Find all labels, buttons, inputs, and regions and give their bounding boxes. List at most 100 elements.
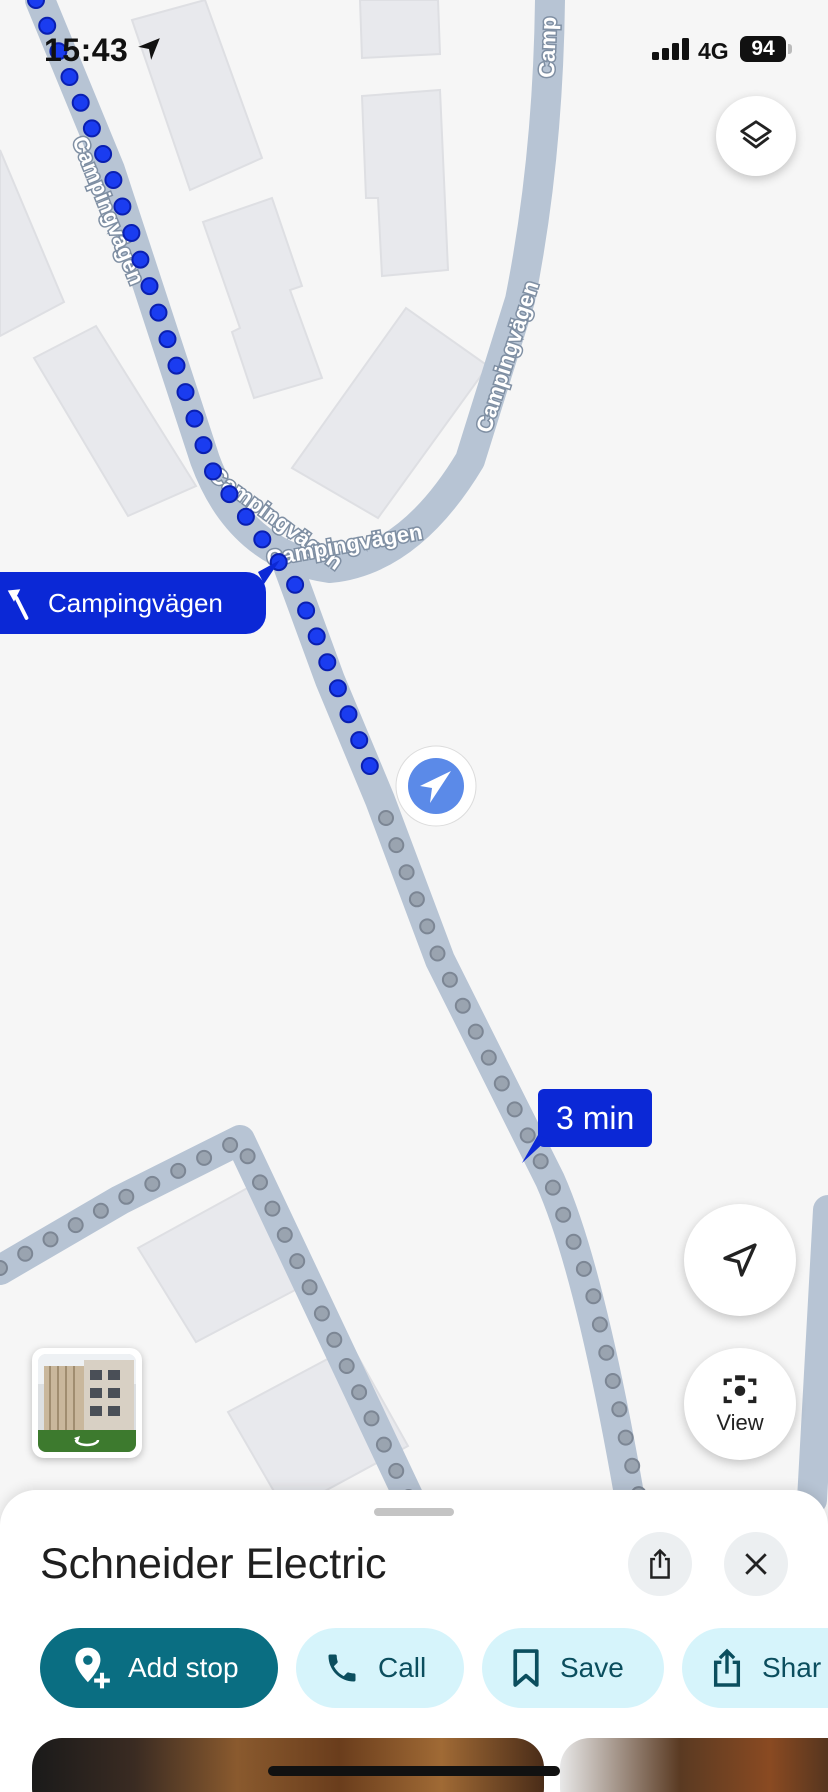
route-dot [585,1288,602,1305]
layers-icon [740,120,772,149]
route-dot [286,575,305,594]
place-photos [0,1738,828,1792]
route-dot [144,1175,161,1192]
street-view-thumbnail[interactable] [32,1348,142,1458]
route-dot [118,1188,135,1205]
route-dot [617,1429,634,1446]
turn-left-icon [7,589,29,620]
place-photo[interactable] [560,1738,828,1792]
route-dot [408,891,425,908]
route-dot [467,1023,484,1040]
route-dot [454,997,471,1014]
network-type: 4G [698,38,729,64]
share-icon [650,1548,670,1579]
share-chip-button[interactable]: Shar [682,1628,828,1708]
battery-cap [788,44,792,54]
view-label: View [716,1410,764,1435]
route-dot [0,1260,8,1276]
route-dot [480,1049,497,1066]
route-dot [624,1457,641,1474]
route-dot [378,810,394,826]
route-dot [170,1162,187,1179]
status-bar: 15:43 4G 94 [0,28,828,72]
route-dot [167,356,186,375]
route-dot [176,383,195,402]
route-dot [196,1149,213,1166]
navigation-arrow-icon [723,1243,757,1277]
share-label: Shar [762,1652,822,1683]
route-dot [351,1384,368,1401]
route-dot [338,1358,355,1374]
route-dot [122,224,141,242]
signal-icon [652,38,689,60]
route-dot [313,1305,330,1322]
place-photo[interactable] [32,1738,544,1792]
route-dot [27,0,45,9]
route-dot [204,462,222,481]
route-dot [264,1200,281,1217]
route-dot [276,1226,293,1243]
save-label: Save [560,1652,624,1683]
route-dot [565,1233,582,1250]
location-arrow-icon [138,38,160,60]
route-dot [339,705,358,724]
route-dot [506,1101,523,1118]
call-label: Call [378,1652,427,1683]
route-dot [236,507,255,526]
place-sheet[interactable]: Schneider Electric Add stop Call Save Sh… [0,1490,828,1792]
route-dot [360,757,379,775]
street-view-image [38,1354,136,1452]
route-dot [289,1253,306,1270]
add-stop-button[interactable]: Add stop [40,1628,278,1708]
route-dot [398,864,415,881]
route-dot [185,409,204,428]
recenter-button[interactable] [684,1204,796,1316]
eta-label: 3 min [538,1089,653,1147]
route-dot [441,971,458,988]
route-dot [239,1148,256,1165]
route-dot [363,1410,380,1427]
route-dot [140,277,159,296]
add-stop-label: Add stop [128,1652,239,1683]
route-dot [158,330,177,349]
route-dot [591,1316,608,1333]
turn-label-pointer [258,560,280,584]
route-dot [71,93,90,112]
route-dot [555,1206,572,1223]
route-dot [318,653,337,672]
share-button[interactable] [628,1532,692,1596]
phone-icon [328,1654,356,1682]
route-dot [598,1344,615,1361]
action-chips: Add stop Call Save Shar [0,1628,828,1708]
close-icon [745,1553,767,1575]
layers-button[interactable] [716,96,796,176]
place-title: Schneider Electric [40,1540,387,1588]
drag-handle[interactable] [374,1508,454,1516]
route-dot [253,530,272,549]
route-dot [252,1174,268,1191]
route-dot [94,145,113,163]
route-dot [419,918,436,935]
route-dot [194,436,213,455]
route-dot [67,1217,84,1234]
route-dot [388,837,405,854]
route-dot [104,171,123,189]
route-dot [307,627,326,646]
save-button[interactable]: Save [482,1628,664,1708]
close-button[interactable] [724,1532,788,1596]
route-dot [326,1331,343,1348]
add-location-icon [75,1647,110,1689]
home-indicator [268,1766,560,1776]
route-dot [388,1462,405,1479]
view-lens-button[interactable]: View [684,1348,796,1460]
route-dot [92,1202,109,1219]
route-dot [297,601,316,620]
call-button[interactable]: Call [296,1628,464,1708]
route-dot [544,1179,561,1196]
share-icon [713,1648,741,1687]
eta-label-pointer [522,1135,548,1163]
turn-street-name: Campingvägen [48,587,223,618]
route-dot [429,945,446,962]
status-time: 15:43 [44,32,129,68]
route-dot [301,1279,318,1296]
